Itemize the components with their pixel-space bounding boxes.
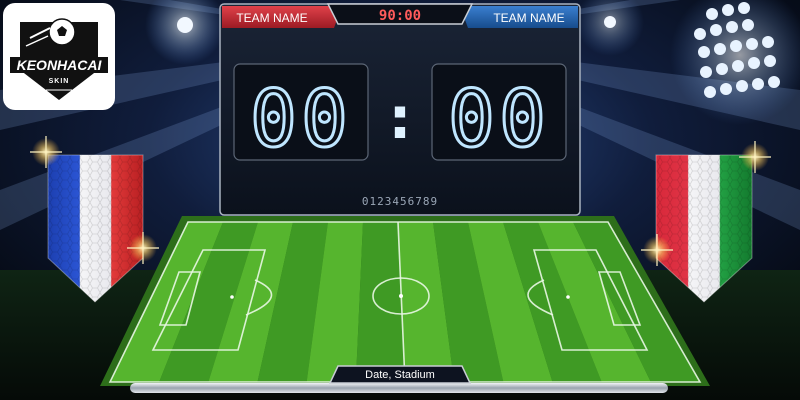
football-pitch bbox=[100, 216, 710, 386]
logo-brand-text: KEONHACAI bbox=[17, 57, 103, 73]
logo-sub-text: SKIN bbox=[49, 78, 70, 85]
scoreboard-scene: Date, Stadium TEAM NAME TEAM NAME 90:00 … bbox=[0, 0, 800, 400]
home-team-label: TEAM NAME bbox=[236, 11, 307, 25]
away-score: 00 bbox=[448, 75, 550, 165]
venue-label: Date, Stadium bbox=[365, 369, 435, 381]
match-time: 90:00 bbox=[379, 8, 421, 24]
score-separator: : bbox=[388, 84, 411, 152]
away-team-label: TEAM NAME bbox=[493, 11, 564, 25]
digit-sample: 0123456789 bbox=[362, 195, 438, 208]
pitch-stripe bbox=[355, 222, 405, 382]
home-score: 00 bbox=[250, 75, 352, 165]
keonhacai-logo: KEONHACAI SKIN bbox=[3, 3, 115, 110]
